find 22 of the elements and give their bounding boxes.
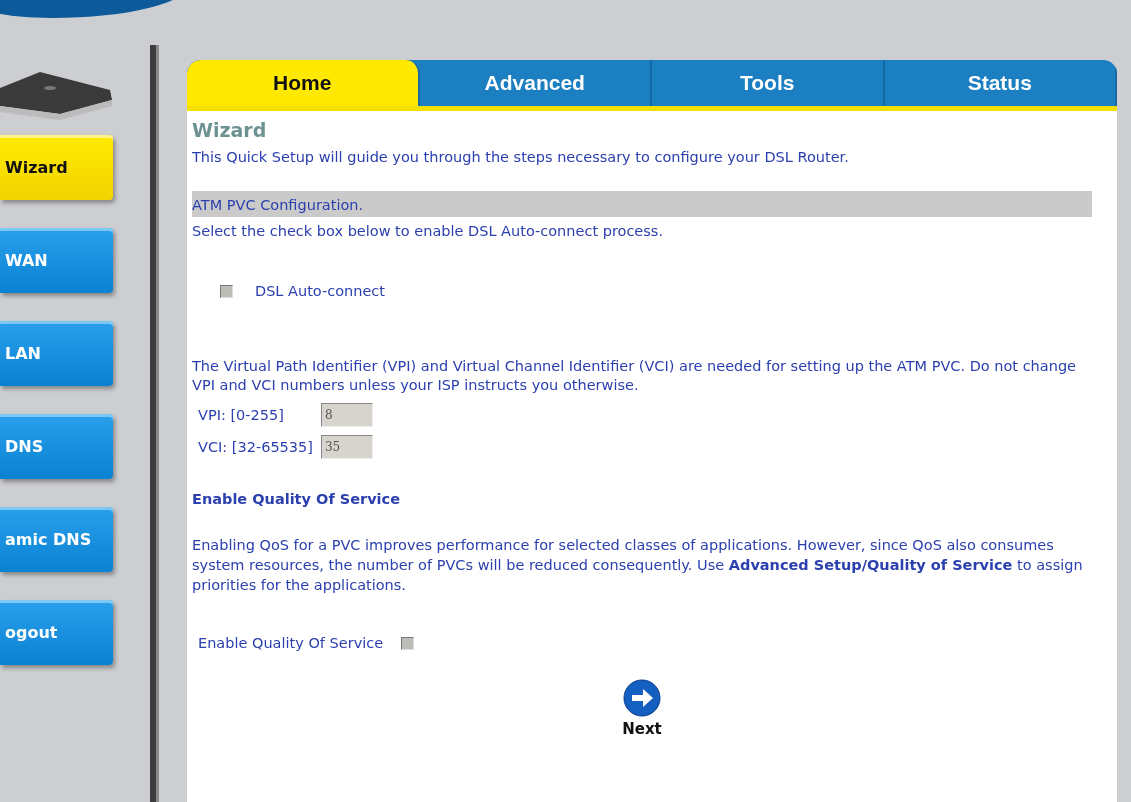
instruction-text: Select the check box below to enable DSL Auto-connect process. bbox=[192, 223, 664, 239]
section-title: Wizard bbox=[192, 119, 268, 141]
nav-tab[interactable]: Advanced bbox=[419, 60, 652, 106]
checkbox-label: DSL Auto-connect bbox=[255, 283, 386, 299]
sidebar-menu-button[interactable]: DNS bbox=[0, 414, 113, 479]
sidebar-menu-button[interactable]: ogout bbox=[0, 600, 113, 665]
nav-tab[interactable]: Home bbox=[187, 60, 420, 106]
nav-tab[interactable]: Status bbox=[884, 60, 1117, 106]
vpi-vci-note: The Virtual Path Identifier (VPI) and Virtual Channel Identifier (VCI) are needed for setting up the ATM PVC. Do not change VPI and VCI numbers unless your ISP instructs you otherwise. bbox=[192, 357, 1077, 395]
sidebar-menu-button[interactable]: amic DNS bbox=[0, 507, 113, 572]
field-label: VCI: [32-65535] bbox=[198, 439, 313, 455]
intro-text: This Quick Setup will guide you through the steps necessary to configure your DSL Router. bbox=[192, 149, 850, 165]
next-button[interactable]: Next bbox=[622, 679, 662, 738]
qos-note: Enabling QoS for a PVC improves performance for selected classes of applications. However, since QoS also consumes system resources, the number of PVCs will be reduced consequently. Use Advanced Setup/Quality of Service to assign priorities for the applications. bbox=[192, 536, 1084, 595]
sidebar-menu-button[interactable]: Wizard bbox=[0, 135, 113, 200]
checkbox-label: Enable Quality Of Service bbox=[198, 635, 384, 651]
qos-heading: Enable Quality Of Service bbox=[192, 491, 401, 507]
nav-tab[interactable]: Tools bbox=[652, 60, 885, 106]
sidebar-menu-button[interactable]: WAN bbox=[0, 228, 113, 293]
section-bar: ATM PVC Configuration. bbox=[192, 191, 1092, 217]
sidebar-menu-button[interactable]: LAN bbox=[0, 321, 113, 386]
field-label: VPI: [0-255] bbox=[198, 407, 285, 423]
